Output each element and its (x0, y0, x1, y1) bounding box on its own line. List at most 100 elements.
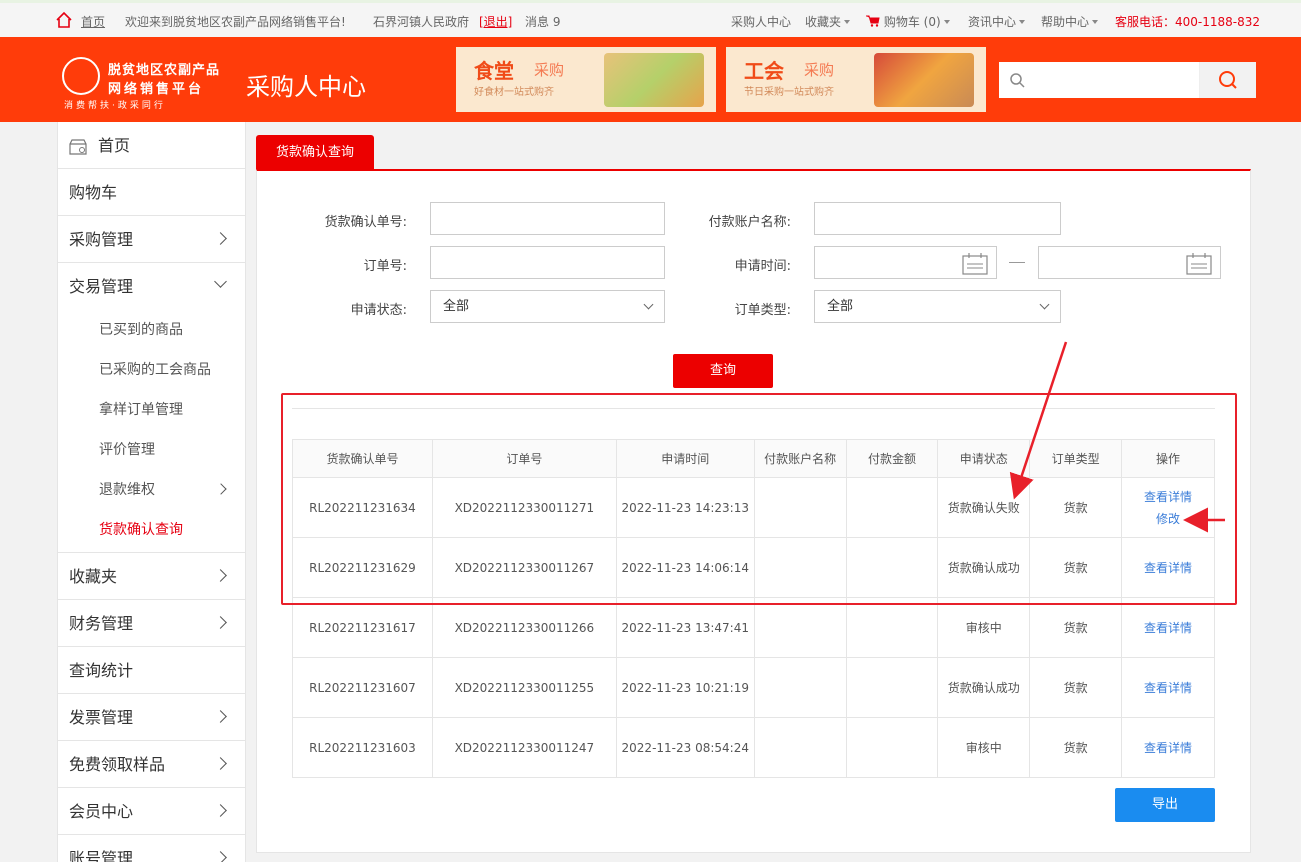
sidebar-subitem-label: 退款维权 (99, 482, 155, 498)
sidebar-item-cart[interactable]: 购物车 (58, 169, 245, 216)
cell-actions: 查看详情 修改 (1121, 477, 1215, 538)
sidebar-item-trade[interactable]: 交易管理 (58, 263, 245, 310)
query-button[interactable]: 查询 (673, 354, 773, 388)
cell-order-no: XD2022112330011266 (431, 597, 617, 658)
table-header-row: 货款确认单号 订单号 申请时间 付款账户名称 付款金额 申请状态 订单类型 操作 (292, 439, 1215, 478)
tab-payment-confirm[interactable]: 货款确认查询 (256, 135, 374, 170)
sidebar-item-favorites[interactable]: 收藏夹 (58, 553, 245, 600)
sidebar-item-label: 收藏夹 (69, 567, 118, 586)
buyer-center-link[interactable]: 采购人中心 (731, 13, 791, 30)
cell-order-no: XD2022112330011271 (431, 477, 617, 538)
logout-link[interactable]: [退出] (479, 13, 512, 30)
order-type-select[interactable]: 全部 (814, 290, 1061, 323)
sidebar-item-member-center[interactable]: 会员中心 (58, 788, 245, 835)
order-no-input[interactable] (431, 247, 664, 278)
cell-apply-time: 2022-11-23 13:47:41 (615, 597, 755, 658)
sidebar: 首页 购物车 采购管理 交易管理 已买到的商品 已采购的工会商品 拿样订单管理 … (57, 122, 246, 862)
order-no-label: 订单号: (363, 259, 407, 274)
calendar-icon[interactable] (962, 253, 988, 275)
search-button[interactable] (1199, 62, 1256, 98)
sidebar-subitem-refunds[interactable]: 退款维权 (58, 470, 245, 510)
sidebar-item-invoices[interactable]: 发票管理 (58, 694, 245, 741)
view-detail-link[interactable]: 查看详情 (1122, 559, 1214, 576)
view-detail-link[interactable]: 查看详情 (1122, 739, 1214, 756)
cell-actions: 查看详情 (1121, 717, 1215, 778)
chevron-right-icon (214, 851, 227, 862)
home-link[interactable]: 首页 (81, 13, 105, 30)
chevron-right-icon (214, 569, 227, 582)
sidebar-item-free-samples[interactable]: 免费领取样品 (58, 741, 245, 788)
start-date-field[interactable] (814, 246, 997, 279)
cell-amount (845, 537, 939, 598)
order-type-select-value: 全部 (827, 299, 854, 314)
order-no-field[interactable] (430, 246, 665, 279)
payer-name-field[interactable] (814, 202, 1061, 235)
sidebar-subitem-sample-orders[interactable]: 拿样订单管理 (58, 390, 245, 430)
status-select[interactable]: 全部 (430, 290, 665, 323)
news-menu[interactable]: 资讯中心 (968, 13, 1026, 30)
welcome-text: 欢迎来到脱贫地区农副产品网络销售平台! (125, 15, 346, 29)
favorites-menu[interactable]: 收藏夹 (805, 13, 851, 30)
column-header: 货款确认单号 (292, 439, 433, 478)
payer-name-input[interactable] (815, 203, 1060, 234)
cell-order-no: XD2022112330011255 (431, 657, 617, 718)
sidebar-subitem-purchased[interactable]: 已买到的商品 (58, 310, 245, 350)
banner-title: 食堂 (474, 59, 514, 83)
view-detail-link[interactable]: 查看详情 (1122, 679, 1214, 696)
cell-apply-time: 2022-11-23 08:54:24 (615, 717, 755, 778)
help-menu[interactable]: 帮助中心 (1041, 13, 1099, 30)
calendar-icon[interactable] (1186, 253, 1212, 275)
cell-apply-time: 2022-11-23 14:06:14 (615, 537, 755, 598)
home-icon[interactable] (55, 11, 73, 29)
table-row: RL202211231617 XD2022112330011266 2022-1… (292, 597, 1215, 658)
banner-slogan: 节日采购一站式购齐 (744, 87, 834, 98)
caret-down-icon (943, 20, 950, 24)
cell-amount (845, 657, 939, 718)
union-banner[interactable]: 工会 采购 节日采购一站式购齐 (726, 47, 986, 112)
sidebar-item-label: 发票管理 (69, 708, 134, 727)
table-row: RL202211231629 XD2022112330011267 2022-1… (292, 537, 1215, 598)
sidebar-subitem-payment-confirm[interactable]: 货款确认查询 (58, 510, 245, 550)
cell-status: 货款确认成功 (937, 537, 1031, 598)
end-date-field[interactable] (1038, 246, 1221, 279)
canteen-banner[interactable]: 食堂 采购 好食材一站式购齐 (456, 47, 716, 112)
view-detail-link[interactable]: 查看详情 (1122, 619, 1214, 636)
sidebar-item-label: 首页 (98, 136, 131, 155)
banner-gift-image (874, 53, 974, 107)
view-detail-link[interactable]: 查看详情 (1122, 488, 1214, 505)
confirm-no-input[interactable] (431, 203, 664, 234)
column-header: 付款金额 (845, 439, 939, 478)
logo-line-2[interactable]: 网络销售平台 (108, 78, 204, 97)
sidebar-subitem-reviews[interactable]: 评价管理 (58, 430, 245, 470)
sidebar-item-procurement[interactable]: 采购管理 (58, 216, 245, 263)
payer-name-label: 付款账户名称: (708, 215, 791, 230)
sidebar-item-label: 查询统计 (69, 661, 134, 680)
logo-emblem-icon[interactable] (62, 57, 100, 95)
chevron-down-icon (643, 299, 654, 310)
sidebar-item-home[interactable]: 首页 (58, 122, 245, 169)
edit-link[interactable]: 修改 (1122, 510, 1214, 527)
sidebar-subitem-union-purchased[interactable]: 已采购的工会商品 (58, 350, 245, 390)
cell-order-no: XD2022112330011267 (431, 537, 617, 598)
cell-status: 货款确认失败 (937, 477, 1031, 538)
cell-order-no: XD2022112330011247 (431, 717, 617, 778)
status-label: 申请状态: (350, 303, 407, 318)
cell-order-type: 货款 (1029, 477, 1123, 538)
cell-payer (753, 717, 847, 778)
messages-link[interactable]: 消息 9 (525, 13, 560, 30)
cell-amount (845, 717, 939, 778)
banner-subtitle: 采购 (804, 61, 835, 79)
cart-link[interactable]: 购物车 (0) (866, 13, 950, 30)
sidebar-item-finance[interactable]: 财务管理 (58, 600, 245, 647)
search-input[interactable] (1031, 66, 1191, 94)
sidebar-item-label: 财务管理 (69, 614, 134, 633)
cell-order-type: 货款 (1029, 597, 1123, 658)
cell-apply-time: 2022-11-23 10:21:19 (615, 657, 755, 718)
sidebar-item-statistics[interactable]: 查询统计 (58, 647, 245, 694)
export-button[interactable]: 导出 (1115, 788, 1215, 822)
logo-line-1[interactable]: 脱贫地区农副产品 (108, 59, 220, 78)
sidebar-item-account[interactable]: 账号管理 (58, 835, 245, 862)
confirm-no-field[interactable] (430, 202, 665, 235)
sidebar-item-label: 会员中心 (69, 802, 134, 821)
chevron-right-icon (214, 804, 227, 817)
